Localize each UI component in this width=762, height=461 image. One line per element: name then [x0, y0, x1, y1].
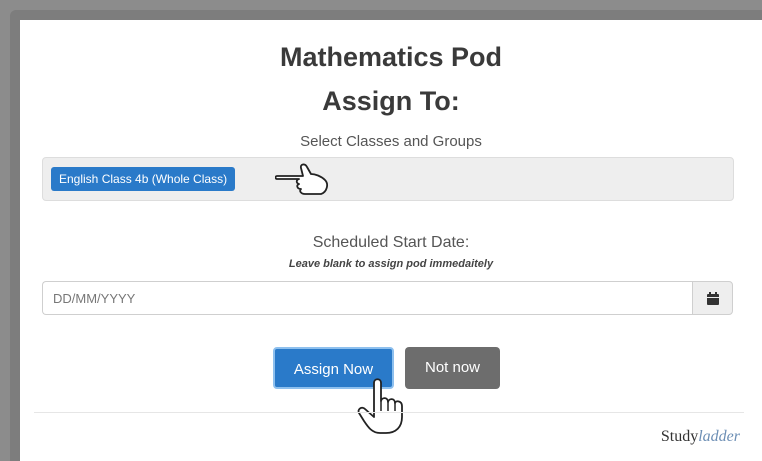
click-hand-icon	[357, 378, 403, 434]
class-group-selector[interactable]: English Class 4b (Whole Class)	[42, 157, 734, 201]
pointing-hand-icon	[275, 163, 328, 195]
select-classes-label: Select Classes and Groups	[300, 133, 482, 150]
assign-modal: Mathematics Pod Assign To: Select Classe…	[20, 20, 762, 461]
brand-ladder: ladder	[698, 428, 740, 445]
start-date-label: Scheduled Start Date:	[312, 234, 470, 251]
not-now-button[interactable]: Not now	[405, 347, 500, 389]
studyladder-logo: Studyladder	[661, 428, 740, 446]
assign-to-heading: Assign To:	[322, 86, 460, 116]
start-date-input[interactable]	[42, 281, 692, 315]
pod-title: Mathematics Pod	[279, 42, 503, 72]
footer-divider	[34, 412, 744, 413]
brand-study: Study	[660, 428, 699, 445]
start-date-hint: Leave blank to assign pod immedaitely	[288, 258, 494, 270]
calendar-button[interactable]	[692, 281, 733, 315]
calendar-icon	[707, 292, 719, 305]
selected-class-chip[interactable]: English Class 4b (Whole Class)	[51, 167, 236, 191]
